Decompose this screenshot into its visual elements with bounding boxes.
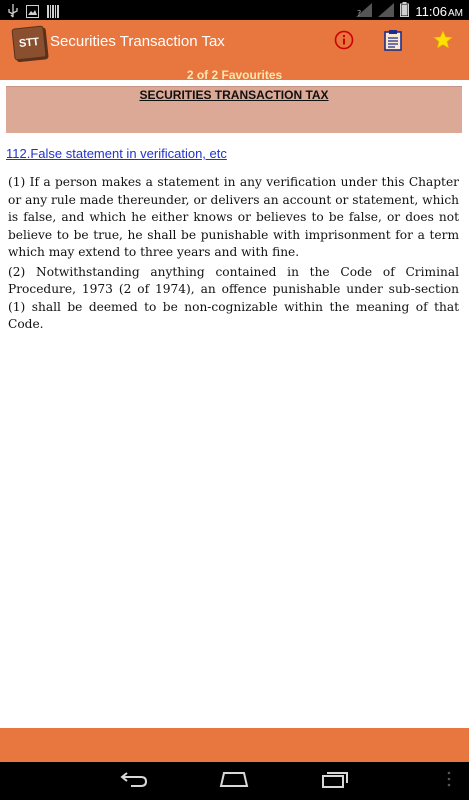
content-header: SECURITIES TRANSACTION TAX — [6, 86, 462, 133]
app-logo-text: STT — [18, 35, 40, 51]
clock-time: 11:06 — [415, 4, 447, 19]
content-header-title: SECURITIES TRANSACTION TAX — [139, 88, 329, 102]
info-icon — [334, 30, 354, 54]
back-icon — [119, 770, 149, 792]
footer-bar — [0, 728, 469, 762]
clipboard-icon — [384, 29, 402, 55]
svg-text:?: ? — [357, 9, 361, 17]
battery-icon — [400, 2, 410, 21]
section-link[interactable]: 112.False statement in verification, etc — [6, 146, 227, 161]
status-bar: ? 11:06AM — [0, 0, 469, 20]
app-logo[interactable]: STT — [11, 25, 47, 61]
wifi-signal-icon: ? — [356, 2, 373, 21]
favourites-counter: 2 of 2 Favourites — [186, 68, 283, 82]
star-icon — [433, 30, 453, 54]
overflow-menu-icon — [447, 771, 451, 791]
navigation-bar — [0, 762, 469, 800]
favourites-counter-bar: 2 of 2 Favourites — [0, 64, 469, 82]
info-button[interactable] — [332, 30, 356, 54]
home-button[interactable] — [218, 770, 250, 792]
app-title: Securities Transaction Tax — [50, 33, 225, 50]
paragraph-1: (1) If a person makes a statement in any… — [8, 175, 459, 259]
clock: 11:06AM — [415, 4, 463, 19]
overflow-menu-button[interactable] — [442, 770, 456, 792]
home-icon — [219, 770, 249, 792]
section-body: (1) If a person makes a statement in any… — [8, 174, 459, 336]
clock-ampm: AM — [448, 8, 463, 19]
action-bar: STT Securities Transaction Tax — [0, 20, 469, 64]
recent-apps-button[interactable] — [318, 770, 350, 792]
paragraph-2: (2) Notwithstanding anything contained i… — [8, 264, 459, 332]
back-button[interactable] — [118, 770, 150, 792]
favourite-button[interactable] — [431, 30, 455, 54]
recent-apps-icon — [319, 770, 349, 792]
cell-signal-icon — [378, 2, 395, 21]
notes-button[interactable] — [381, 30, 405, 54]
